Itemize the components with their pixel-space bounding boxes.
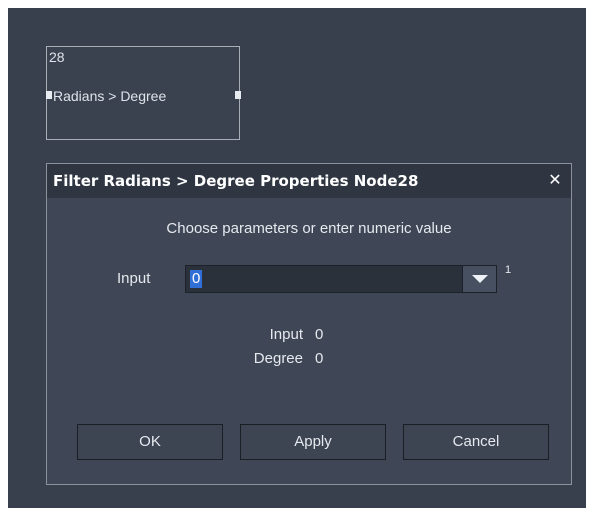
dialog-title: Filter Radians > Degree Properties Node2… (53, 172, 419, 190)
input-superscript: 1 (505, 264, 512, 276)
node-output-port[interactable] (235, 91, 241, 99)
dialog-titlebar[interactable]: Filter Radians > Degree Properties Node2… (47, 164, 571, 198)
node-input-port[interactable] (46, 91, 52, 99)
chevron-down-icon (472, 275, 488, 283)
radians-degree-node[interactable]: 28 Radians > Degree (46, 46, 241, 140)
apply-button[interactable]: Apply (240, 424, 386, 460)
dialog-body: Choose parameters or enter numeric value… (47, 198, 571, 484)
readout-degree-value: 0 (315, 350, 324, 367)
cancel-button[interactable]: Cancel (403, 424, 549, 460)
node-label: Radians > Degree (53, 88, 167, 104)
properties-dialog: Filter Radians > Degree Properties Node2… (46, 163, 572, 485)
dropdown-button[interactable] (462, 266, 496, 292)
input-value[interactable]: 0 (190, 270, 203, 288)
node-canvas: 28 Radians > Degree Filter Radians > Deg… (8, 8, 586, 508)
instruction-text: Choose parameters or enter numeric value (166, 220, 452, 237)
node-number: 28 (49, 49, 65, 65)
close-icon[interactable]: ✕ (545, 170, 565, 190)
input-combobox[interactable]: 0 (185, 265, 497, 293)
readout-input-value: 0 (315, 326, 324, 343)
input-label: Input (117, 270, 151, 287)
ok-button[interactable]: OK (77, 424, 223, 460)
readout-input-label: Input (269, 326, 303, 343)
readout-degree-label: Degree (253, 350, 303, 367)
